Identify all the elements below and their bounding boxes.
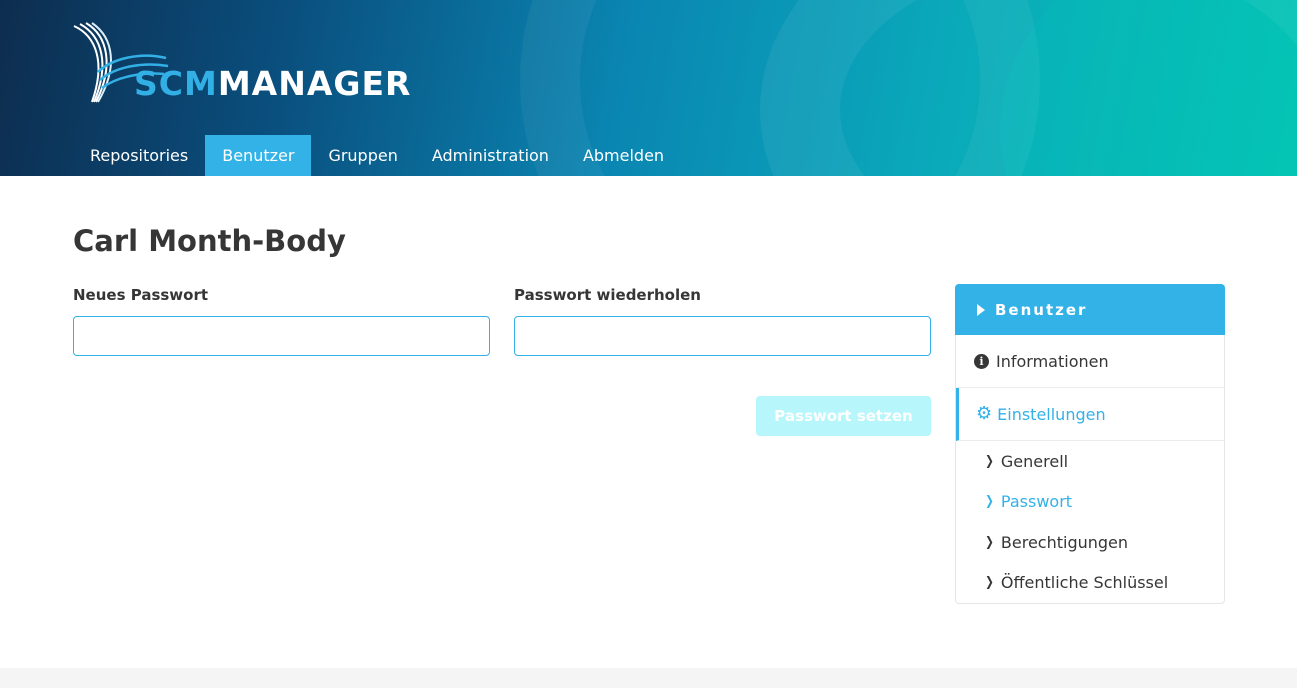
sidebar-header-label: Benutzer bbox=[995, 300, 1088, 319]
sidebar-item-label: Einstellungen bbox=[997, 404, 1106, 424]
chevron-right-icon: ❯ bbox=[985, 493, 994, 509]
nav-tab-repositories[interactable]: Repositories bbox=[73, 135, 205, 176]
gear-icon: ⚙ bbox=[976, 403, 993, 424]
sidebar-item-einstellungen[interactable]: ⚙ Einstellungen bbox=[956, 388, 1224, 441]
chevron-right-icon: ❯ bbox=[985, 534, 994, 550]
sidebar-subitem-label: Generell bbox=[1000, 451, 1069, 471]
sidebar-item-label: Informationen bbox=[996, 351, 1109, 371]
repeat-password-input[interactable] bbox=[514, 316, 931, 356]
page-footer bbox=[0, 668, 1297, 688]
sidebar-header[interactable]: Benutzer bbox=[955, 284, 1225, 335]
caret-right-icon bbox=[977, 303, 985, 316]
chevron-right-icon: ❯ bbox=[985, 453, 994, 469]
repeat-password-label: Passwort wiederholen bbox=[514, 286, 701, 304]
nav-tab-gruppen[interactable]: Gruppen bbox=[311, 135, 414, 176]
sidebar-subitem-passwort[interactable]: ❯ Passwort bbox=[984, 481, 1072, 521]
new-password-label: Neues Passwort bbox=[73, 286, 209, 304]
nav-tab-abmelden[interactable]: Abmelden bbox=[566, 135, 681, 176]
logo-manager-text: MANAGER bbox=[217, 64, 412, 103]
set-password-button[interactable]: Passwort setzen bbox=[756, 396, 931, 436]
logo-scm-text: SCM bbox=[134, 64, 218, 103]
sidebar-subitem-generell[interactable]: ❯ Generell bbox=[984, 441, 1068, 481]
header-wave-decoration bbox=[1000, 0, 1297, 176]
scm-manager-logo[interactable]: SCMMANAGER bbox=[72, 22, 412, 106]
page-title: Carl Month-Body bbox=[73, 224, 346, 258]
sidebar-subitem-label: Öffentliche Schlüssel bbox=[1000, 572, 1169, 592]
chevron-right-icon: ❯ bbox=[985, 574, 994, 590]
info-circle-icon: i bbox=[974, 353, 989, 369]
sidebar-subitem-label: Berechtigungen bbox=[1000, 532, 1129, 552]
sidebar-subitem-berechtigungen[interactable]: ❯ Berechtigungen bbox=[984, 522, 1128, 562]
logo-wordmark: SCMMANAGER bbox=[134, 66, 411, 102]
sidebar-subitem-oeffentliche-schluessel[interactable]: ❯ Öffentliche Schlüssel bbox=[984, 562, 1168, 602]
sidebar-menu: Benutzer i Informationen ⚙ Einstellungen… bbox=[955, 284, 1225, 604]
nav-tab-benutzer[interactable]: Benutzer bbox=[205, 135, 312, 176]
sidebar-subitem-label: Passwort bbox=[1000, 491, 1073, 511]
page-header: SCMMANAGER Repositories Benutzer Gruppen… bbox=[0, 0, 1297, 176]
sidebar-item-informationen[interactable]: i Informationen bbox=[956, 335, 1224, 388]
nav-tab-administration[interactable]: Administration bbox=[415, 135, 566, 176]
main-navigation: Repositories Benutzer Gruppen Administra… bbox=[73, 135, 681, 176]
new-password-input[interactable] bbox=[73, 316, 490, 356]
